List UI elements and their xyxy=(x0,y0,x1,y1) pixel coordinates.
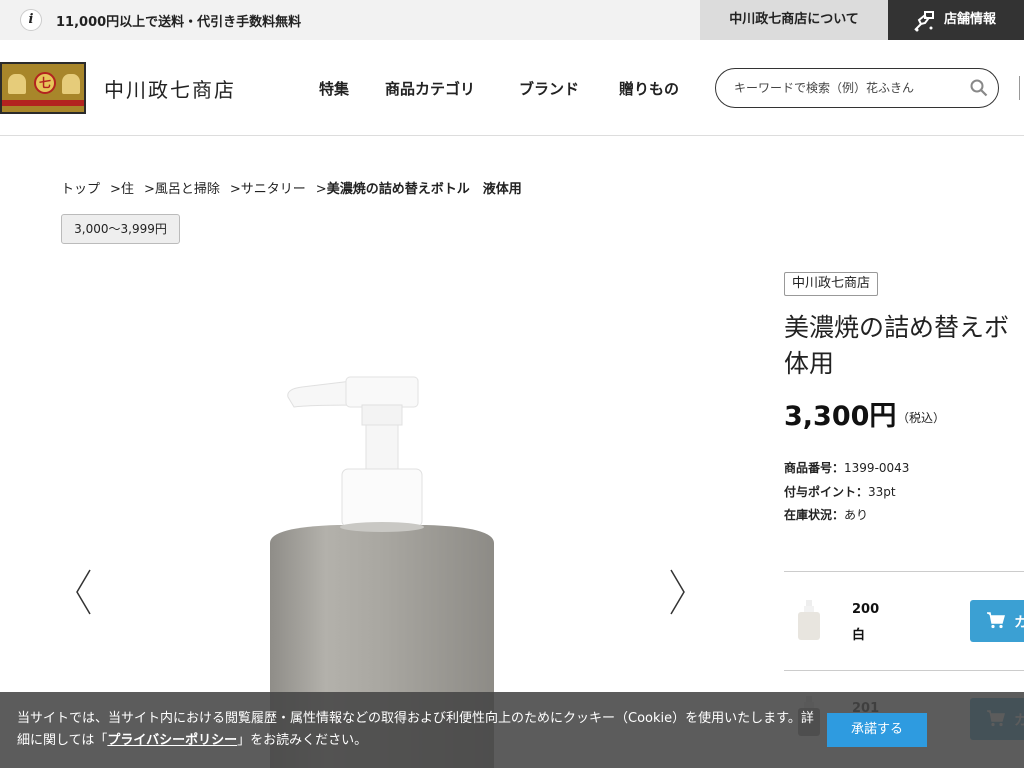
variant-color: 白 xyxy=(852,628,866,643)
price-range-tag[interactable]: 3,000〜3,999円 xyxy=(61,214,180,244)
spec-value: あり xyxy=(844,508,869,522)
spec-label: 商品番号 xyxy=(784,461,833,475)
tax-note: （税込） xyxy=(897,411,946,425)
product-title-line2: 体用 xyxy=(784,349,835,378)
spec-value: 33pt xyxy=(868,485,896,499)
breadcrumb-top[interactable]: トップ xyxy=(61,182,100,197)
spec-sep: ： xyxy=(856,485,869,499)
privacy-policy-link[interactable]: プライバシーポリシー xyxy=(107,733,237,748)
gallery-next-arrow[interactable] xyxy=(667,568,687,616)
add-to-cart-button[interactable]: カ xyxy=(970,600,1024,642)
site-header: 七 中川政七商店 特集 商品カテゴリ ブランド 贈りもの xyxy=(0,40,1024,136)
breadcrumb-current: 美濃焼の詰め替えボトル 液体用 xyxy=(326,182,522,197)
store-info-label: 店舗情報 xyxy=(944,12,997,27)
breadcrumb-separator: > xyxy=(315,182,327,197)
breadcrumb-separator: > xyxy=(110,182,121,197)
nav-features[interactable]: 特集 xyxy=(319,78,349,99)
variant-code: 200 xyxy=(852,602,880,617)
spec-label: 付与ポイント xyxy=(784,485,857,499)
top-info-bar: i 11,000円以上で送料・代引き手数料無料 中川政七商店について 店舗情報 xyxy=(0,0,1024,40)
nav-gifts[interactable]: 贈りもの xyxy=(619,78,679,99)
deer-right-icon xyxy=(62,74,80,94)
breadcrumb-separator: > xyxy=(229,182,241,197)
product-title-line1: 美濃焼の詰め替えボ xyxy=(784,313,1010,342)
variant-divider xyxy=(784,571,1024,572)
cart-icon xyxy=(987,612,1005,629)
gallery-prev-arrow[interactable] xyxy=(74,568,94,616)
breadcrumb-sanitary[interactable]: サニタリー xyxy=(241,182,306,197)
product-price: 3,300円 xyxy=(784,401,897,432)
search-box xyxy=(715,68,999,108)
info-icon: i xyxy=(20,9,42,31)
spec-points: 付与ポイント：33pt xyxy=(784,483,896,500)
logo-mark: 七 xyxy=(34,72,56,94)
deer-left-icon xyxy=(8,74,26,94)
search-icon[interactable] xyxy=(970,79,988,97)
spec-item-number: 商品番号：1399-0043 xyxy=(784,459,909,476)
breadcrumb: トップ >住 >風呂と掃除 >サニタリー >美濃焼の詰め替えボトル 液体用 xyxy=(61,178,522,197)
nav-brands[interactable]: ブランド xyxy=(519,78,579,99)
spec-sep: ： xyxy=(832,461,845,475)
product-title: 美濃焼の詰め替えボ 体用 xyxy=(784,310,1024,382)
logo-band xyxy=(2,100,84,106)
cookie-accept-button[interactable]: 承諾する xyxy=(827,713,927,747)
header-divider xyxy=(1019,76,1020,100)
add-to-cart-label: カ xyxy=(1014,615,1024,631)
spec-label: 在庫状況 xyxy=(784,508,833,522)
maker-tag[interactable]: 中川政七商店 xyxy=(784,272,879,296)
search-input[interactable] xyxy=(734,78,954,98)
breadcrumb-separator: > xyxy=(143,182,155,197)
spec-sep: ： xyxy=(832,508,845,522)
breadcrumb-living[interactable]: 住 xyxy=(121,182,134,197)
store-icon xyxy=(914,11,934,32)
shipping-notice: 11,000円以上で送料・代引き手数料無料 xyxy=(56,15,302,30)
spec-stock: 在庫状況：あり xyxy=(784,506,868,523)
nav-categories[interactable]: 商品カテゴリ xyxy=(385,78,475,99)
about-link[interactable]: 中川政七商店について xyxy=(700,0,888,40)
cookie-text-after: 」をお読みください。 xyxy=(237,733,368,748)
logo-text[interactable]: 中川政七商店 xyxy=(104,74,236,103)
variant-divider xyxy=(784,670,1024,671)
store-info-link[interactable]: 店舗情報 xyxy=(888,0,1024,40)
breadcrumb-bath-cleaning[interactable]: 風呂と掃除 xyxy=(155,182,220,197)
cookie-banner: 当サイトでは、当サイト内における閲覧履歴・属性情報などの取得および利便性向上のた… xyxy=(0,692,1024,768)
spec-value: 1399-0043 xyxy=(844,461,910,475)
logo-image[interactable]: 七 xyxy=(0,62,86,114)
variant-thumb-white[interactable] xyxy=(792,598,826,642)
cookie-message: 当サイトでは、当サイト内における閲覧履歴・属性情報などの取得および利便性向上のた… xyxy=(17,708,817,752)
